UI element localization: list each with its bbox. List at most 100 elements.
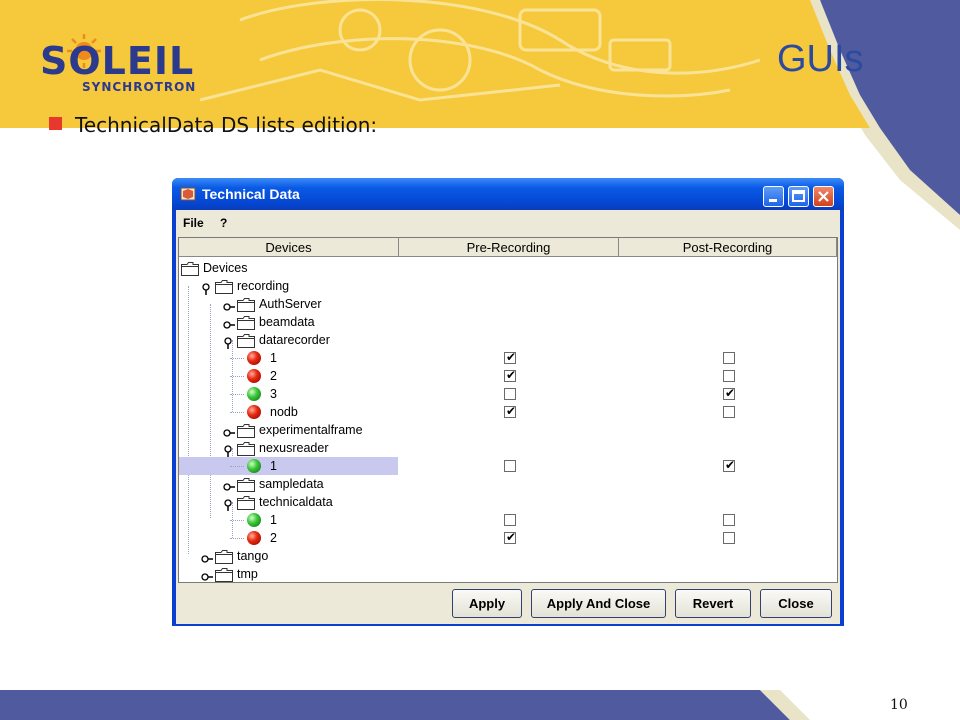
tree-folder-row[interactable]: recording	[179, 277, 837, 295]
tree-expanded-toggle-icon[interactable]	[223, 442, 235, 457]
tree-cell[interactable]: nexusreader	[179, 439, 398, 457]
revert-button[interactable]: Revert	[675, 589, 751, 618]
tree-folder-row[interactable]: technicaldata	[179, 493, 837, 511]
device-row[interactable]: 3 ✔	[179, 385, 837, 403]
column-header-pre-recording[interactable]: Pre-Recording	[399, 238, 619, 257]
checkmark-icon: ✔	[506, 350, 517, 364]
tree-node-label: technicaldata	[259, 495, 333, 509]
column-header-post-recording[interactable]: Post-Recording	[619, 238, 837, 257]
post-recording-checkbox[interactable]	[723, 406, 735, 418]
tree-expanded-toggle-icon[interactable]	[201, 280, 213, 295]
device-row[interactable]: 1 ✔	[179, 457, 837, 475]
tree-guide-line	[230, 376, 244, 377]
tree-cell[interactable]: 2	[179, 529, 398, 547]
tree-collapsed-toggle-icon[interactable]	[223, 298, 235, 311]
tree-folder-row[interactable]: tmp	[179, 565, 837, 583]
post-recording-checkbox[interactable]	[723, 352, 735, 364]
tree-cell[interactable]: 3	[179, 385, 398, 403]
tree-cell[interactable]: tmp	[179, 565, 398, 583]
device-row[interactable]: 2 ✔	[179, 529, 837, 547]
tree-node-label: 1	[270, 351, 277, 365]
status-led-green-icon	[247, 387, 261, 401]
tree-node-label: recording	[237, 279, 290, 293]
device-row[interactable]: 2 ✔	[179, 367, 837, 385]
tree-collapsed-toggle-icon[interactable]	[201, 550, 213, 563]
tree-folder-row[interactable]: experimentalframe	[179, 421, 837, 439]
tree-node-label: beamdata	[259, 315, 315, 329]
tree-node-label: 2	[270, 531, 277, 545]
tree-cell[interactable]: experimentalframe	[179, 421, 398, 439]
tree-cell[interactable]: recording	[179, 277, 398, 295]
pre-recording-checkbox[interactable]	[504, 388, 516, 400]
slide-title: GUIs	[777, 38, 864, 80]
post-recording-checkbox[interactable]: ✔	[723, 458, 736, 472]
close-button[interactable]: Close	[760, 589, 832, 618]
pre-recording-checkbox[interactable]: ✔	[504, 350, 517, 364]
tree-expanded-toggle-icon[interactable]	[223, 496, 235, 511]
tree-folder-row[interactable]: beamdata	[179, 313, 837, 331]
tree-cell[interactable]: 1	[179, 349, 398, 367]
tree-folder-row[interactable]: tango	[179, 547, 837, 565]
tree-node-label: 1	[270, 513, 277, 527]
status-led-red-icon	[247, 369, 261, 383]
menu-file[interactable]: File	[183, 216, 204, 230]
tree-cell[interactable]: AuthServer	[179, 295, 398, 313]
maximize-button[interactable]	[788, 186, 809, 207]
post-recording-checkbox[interactable]	[723, 370, 735, 382]
minimize-button[interactable]	[763, 186, 784, 207]
post-recording-checkbox[interactable]: ✔	[723, 386, 735, 400]
tree-cell[interactable]: 1	[179, 457, 398, 475]
tree-collapsed-toggle-icon[interactable]	[223, 424, 235, 437]
tree-folder-row[interactable]: sampledata	[179, 475, 837, 493]
tree-node-label: 2	[270, 369, 277, 383]
column-header-devices[interactable]: Devices	[179, 238, 399, 257]
tree-cell[interactable]: sampledata	[179, 475, 398, 493]
device-table: Devices Pre-Recording Post-Recording Dev…	[178, 237, 838, 583]
tree-expanded-toggle-icon[interactable]	[223, 334, 235, 349]
apply-button[interactable]: Apply	[452, 589, 522, 618]
tree-folder-row[interactable]: datarecorder	[179, 331, 837, 349]
window-title: Technical Data	[202, 186, 300, 202]
tree-node-label: 1	[270, 459, 277, 473]
close-icon	[818, 191, 829, 202]
pre-recording-checkbox[interactable]: ✔	[504, 404, 516, 418]
checkmark-icon: ✔	[725, 458, 736, 472]
checkmark-icon: ✔	[506, 530, 517, 544]
bullet-marker	[49, 117, 62, 130]
folder-icon	[237, 423, 255, 438]
tree-collapsed-toggle-icon[interactable]	[223, 478, 235, 491]
tree-cell[interactable]: tango	[179, 547, 398, 565]
tree-folder-row[interactable]: AuthServer	[179, 295, 837, 313]
window-titlebar[interactable]: Technical Data	[172, 178, 844, 210]
close-window-button[interactable]	[813, 186, 834, 207]
pre-recording-checkbox[interactable]: ✔	[504, 530, 517, 544]
pre-recording-checkbox[interactable]	[504, 514, 516, 526]
bullet-text: TechnicalData DS lists edition:	[75, 113, 378, 137]
apply-and-close-button[interactable]: Apply And Close	[531, 589, 666, 618]
tree-cell[interactable]: datarecorder	[179, 331, 398, 349]
tree-folder-row[interactable]: Devices	[179, 259, 837, 277]
pre-recording-checkbox[interactable]	[504, 460, 516, 472]
menu-help[interactable]: ?	[220, 216, 227, 230]
folder-icon	[237, 441, 255, 456]
folder-icon	[237, 315, 255, 330]
status-led-red-icon	[247, 405, 261, 419]
tree-cell[interactable]: 1	[179, 511, 398, 529]
tree-collapsed-toggle-icon[interactable]	[223, 316, 235, 329]
folder-icon	[237, 333, 255, 348]
tree-folder-row[interactable]: nexusreader	[179, 439, 837, 457]
tree-cell[interactable]: beamdata	[179, 313, 398, 331]
post-recording-checkbox[interactable]	[723, 532, 735, 544]
post-recording-checkbox[interactable]	[723, 514, 735, 526]
tree-cell[interactable]: 2	[179, 367, 398, 385]
device-row[interactable]: 1 ✔	[179, 349, 837, 367]
tree-cell[interactable]: Devices	[179, 259, 398, 277]
tree-cell[interactable]: technicaldata	[179, 493, 398, 511]
tree-cell[interactable]: nodb	[179, 403, 398, 421]
device-row[interactable]: nodb ✔	[179, 403, 837, 421]
tree-node-label: experimentalframe	[259, 423, 363, 437]
tree-collapsed-toggle-icon[interactable]	[201, 568, 213, 581]
device-row[interactable]: 1	[179, 511, 837, 529]
pre-recording-checkbox[interactable]: ✔	[504, 368, 516, 382]
tree-node-label: nodb	[270, 405, 298, 419]
